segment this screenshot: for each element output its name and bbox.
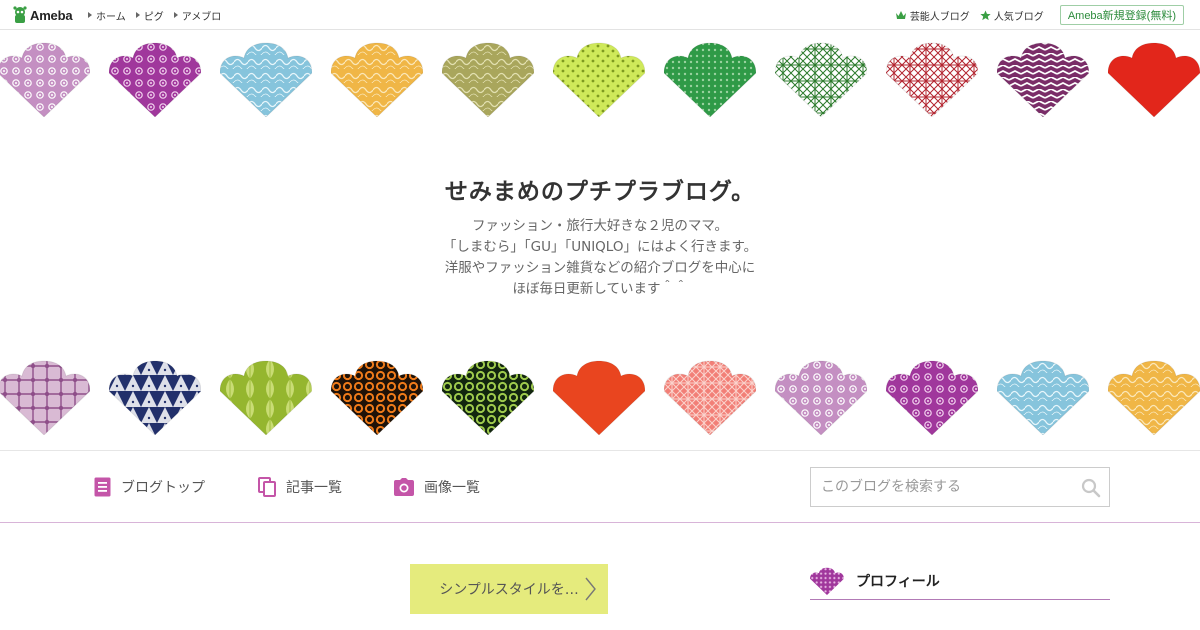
fan-ornament-icon	[0, 360, 90, 435]
global-right-nav: 芸能人ブログ 人気ブログ Ameba新規登録(無料)	[895, 0, 1184, 30]
search-input[interactable]	[811, 468, 1071, 506]
celebrity-blog-link[interactable]: 芸能人ブログ	[895, 8, 970, 23]
fan-ornament-icon	[664, 360, 756, 435]
blog-nav-images[interactable]: 画像一覧	[394, 474, 480, 500]
blog-nav-label: 記事一覧	[286, 480, 342, 496]
signup-button[interactable]: Ameba新規登録(無料)	[1059, 5, 1184, 25]
fan-ornament-icon	[775, 360, 867, 435]
fan-ornament-icon	[442, 42, 534, 117]
description-line: ファッション・旅行大好きな２児のママ。	[471, 218, 729, 234]
header-ornaments-bottom	[0, 359, 1200, 435]
global-nav-label: ホーム	[96, 11, 126, 23]
global-nav-label: ピグ	[143, 11, 164, 23]
description-line: ほぼ毎日更新しています＾＾	[512, 281, 688, 297]
header-ornaments-top	[0, 41, 1200, 117]
fan-ornament-icon	[664, 42, 756, 117]
description-line: 洋服やファッション雑貨などの紹介ブログを中心に	[444, 260, 756, 276]
blog-nav-top[interactable]: ブログトップ	[94, 474, 205, 500]
global-nav-ameblo[interactable]: アメブロ	[173, 8, 222, 23]
fan-ornament-icon	[775, 42, 867, 117]
camera-icon	[394, 478, 414, 496]
fan-ornament-icon	[553, 42, 645, 117]
fan-ornament-icon	[442, 360, 534, 435]
global-header: Ameba ホーム ピグ アメブロ 芸能人ブログ 人気ブログ Ameba新規登録…	[0, 0, 1200, 30]
fan-ornament-icon	[0, 42, 90, 117]
ameba-logo[interactable]: Ameba	[12, 5, 73, 25]
theme-button-label: シンプルスタイルを…	[439, 582, 579, 598]
search-icon	[1081, 478, 1101, 498]
theme-button[interactable]: シンプルスタイルを…	[410, 564, 608, 614]
crown-icon	[895, 11, 906, 19]
fan-ornament-icon	[997, 42, 1089, 117]
divider	[0, 450, 1200, 451]
blog-description: ファッション・旅行大好きな２児のママ。 「しまむら」「GU」「UNIQLO」には…	[0, 216, 1200, 300]
fan-ornament-icon	[331, 42, 423, 117]
fan-ornament-icon	[109, 360, 201, 435]
fan-ornament-icon	[553, 360, 645, 435]
fan-ornament-icon	[1108, 42, 1200, 117]
blog-nav-label: 画像一覧	[424, 480, 480, 496]
global-nav-pigg[interactable]: ピグ	[135, 8, 164, 23]
fan-ornament-icon	[886, 42, 978, 117]
fan-ornament-icon	[886, 360, 978, 435]
star-icon	[980, 9, 991, 20]
celebrity-blog-label: 芸能人ブログ	[909, 11, 970, 23]
blog-title[interactable]: せみまめのプチプラブログ。	[0, 172, 1200, 206]
divider	[0, 522, 1200, 523]
global-nav: ホーム ピグ アメブロ	[88, 0, 231, 30]
blog-nav-label: ブログトップ	[121, 480, 205, 496]
chevron-right-icon	[585, 577, 596, 601]
fan-ornament-icon	[109, 42, 201, 117]
caret-right-icon	[135, 12, 140, 18]
blog-nav-entries[interactable]: 記事一覧	[258, 474, 342, 500]
global-nav-label: アメブロ	[181, 11, 222, 23]
fan-ornament-icon	[1108, 360, 1200, 435]
description-line: 「しまむら」「GU」「UNIQLO」にはよく行きます。	[442, 239, 758, 255]
copy-icon	[258, 477, 276, 497]
logo-text: Ameba	[30, 7, 73, 23]
fan-ornament-icon	[220, 360, 312, 435]
document-icon	[94, 477, 111, 497]
popular-blog-label: 人気ブログ	[993, 11, 1044, 23]
caret-right-icon	[88, 12, 92, 18]
blog-search	[810, 467, 1110, 507]
ameba-mascot-icon	[13, 6, 27, 23]
popular-blog-link[interactable]: 人気ブログ	[980, 8, 1044, 23]
search-button[interactable]	[1081, 478, 1101, 498]
caret-right-icon	[173, 12, 178, 18]
global-nav-home[interactable]: ホーム	[88, 8, 126, 23]
fan-ornament-icon	[997, 360, 1089, 435]
fan-ornament-icon	[220, 42, 312, 117]
fan-ornament-icon	[810, 567, 844, 595]
profile-heading-label: プロフィール	[856, 573, 940, 590]
fan-ornament-icon	[331, 360, 423, 435]
profile-heading: プロフィール	[810, 562, 1110, 600]
